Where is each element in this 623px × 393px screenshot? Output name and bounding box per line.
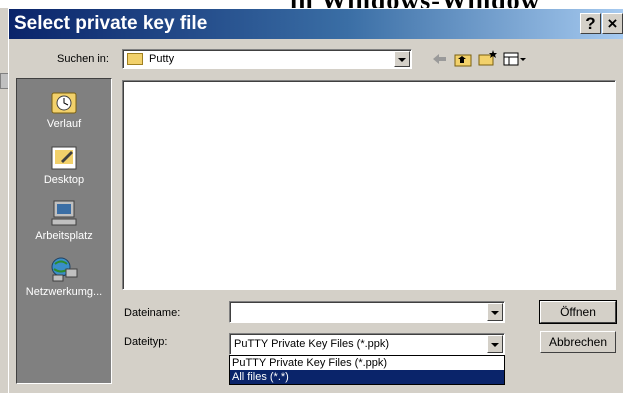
- file-list[interactable]: [122, 80, 616, 290]
- help-button[interactable]: ?: [580, 13, 601, 34]
- place-desktop-label: Desktop: [43, 174, 85, 186]
- place-history[interactable]: Verlauf: [17, 87, 111, 130]
- desktop-icon: [49, 143, 79, 171]
- place-my-computer-label: Arbeitsplatz: [35, 230, 93, 242]
- network-icon: [49, 255, 79, 283]
- filename-input[interactable]: [229, 301, 505, 323]
- filetype-option[interactable]: PuTTY Private Key Files (*.ppk): [230, 356, 504, 370]
- close-button[interactable]: ×: [602, 13, 623, 34]
- cancel-button[interactable]: Abbrechen: [540, 331, 616, 353]
- place-history-label: Verlauf: [46, 118, 82, 130]
- filename-label: Dateiname:: [124, 307, 181, 319]
- filetype-dropdown[interactable]: PuTTY Private Key Files (*.ppk): [229, 333, 505, 355]
- filetype-value: PuTTY Private Key Files (*.ppk): [234, 338, 390, 350]
- place-my-computer[interactable]: Arbeitsplatz: [17, 199, 111, 242]
- folder-icon: [127, 53, 143, 65]
- chevron-down-icon: [491, 311, 499, 315]
- filetype-label: Dateityp:: [124, 336, 168, 348]
- look-in-label: Suchen in:: [57, 53, 109, 65]
- chevron-down-icon: [398, 58, 406, 62]
- filename-dropdown-button[interactable]: [487, 303, 503, 321]
- filetype-options-list[interactable]: PuTTY Private Key Files (*.ppk) All file…: [229, 355, 505, 385]
- dialog-title: Select private key file: [14, 13, 208, 34]
- history-icon: [49, 87, 79, 115]
- open-button[interactable]: Öffnen: [539, 300, 617, 324]
- filetype-option-selected[interactable]: All files (*.*): [230, 370, 504, 384]
- view-menu-icon[interactable]: [503, 51, 527, 67]
- my-computer-icon: [49, 199, 79, 227]
- chevron-down-icon: [491, 343, 499, 347]
- filetype-dropdown-button[interactable]: [487, 335, 503, 353]
- place-network-label: Netzwerkumg...: [25, 286, 103, 298]
- up-folder-icon[interactable]: [454, 51, 472, 67]
- new-folder-icon[interactable]: [478, 49, 498, 67]
- place-network[interactable]: Netzwerkumg...: [17, 255, 111, 298]
- look-in-dropdown[interactable]: Putty: [122, 49, 412, 69]
- place-desktop[interactable]: Desktop: [17, 143, 111, 186]
- places-bar: Verlauf Desktop Arbeitsplatz Netzwerkumg…: [16, 78, 112, 384]
- look-in-value: Putty: [149, 53, 175, 65]
- look-in-dropdown-button[interactable]: [394, 51, 410, 67]
- back-arrow-icon[interactable]: [430, 51, 448, 67]
